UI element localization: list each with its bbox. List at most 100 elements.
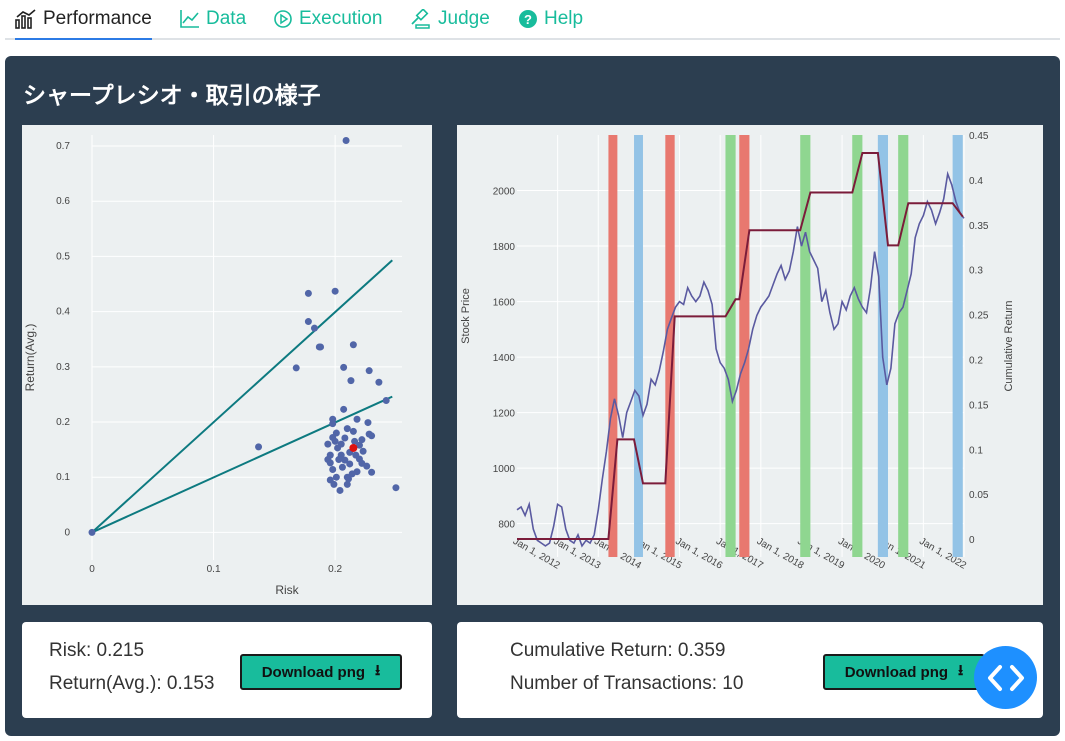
scatter-svg: 0 0.1 0.2 0.3 0.4 0.5 0.6 0.7 0 0.1 0.2 Risk Return(… <box>23 135 402 597</box>
y-tick-label: 1800 <box>493 242 516 253</box>
download-icon: ⭳ <box>375 661 381 679</box>
y2-tick-label: 0.1 <box>969 445 983 456</box>
scatter-point <box>358 459 366 467</box>
y-tick-label: 0.2 <box>56 417 70 428</box>
scatter-point <box>353 468 361 476</box>
scatter-point <box>349 427 357 435</box>
scatter-point <box>335 456 343 464</box>
y-tick-label: 800 <box>498 520 515 531</box>
gavel-icon <box>411 9 430 29</box>
code-toggle-button[interactable] <box>974 646 1037 709</box>
risk-return-card: Risk: 0.215 Return(Avg.): 0.153 Download… <box>22 622 432 718</box>
y-tick-label: 1200 <box>493 409 516 420</box>
scatter-point <box>324 440 332 448</box>
tab-label: Data <box>206 8 247 29</box>
tab-label: Help <box>544 8 584 29</box>
tab-label: Performance <box>43 8 152 29</box>
scatter-point <box>343 425 351 433</box>
y2-tick-label: 0.3 <box>969 266 983 277</box>
nav-tabs: Performance Data Execution Judge ? Help <box>5 0 1060 40</box>
y-tick-label: 0.1 <box>56 472 70 483</box>
capital-market-line <box>91 259 393 534</box>
scatter-point <box>382 396 390 404</box>
cumulative-card: Cumulative Return: 0.359 Number of Trans… <box>457 622 1043 718</box>
line-svg: 800 1000 1200 1400 1600 1800 2000 0 0.05 0.1 0.15 0… <box>460 131 1015 572</box>
line-chart-icon <box>180 10 199 28</box>
transaction-band <box>634 135 643 557</box>
x-axis-label: Risk <box>275 583 299 597</box>
y-tick-label: 1400 <box>493 353 516 364</box>
scatter-point <box>331 287 339 295</box>
tab-execution[interactable]: Execution <box>273 0 382 38</box>
scatter-point <box>324 456 332 464</box>
y-tick-label: 0.4 <box>56 307 70 318</box>
y-tick-label: 0 <box>64 527 70 538</box>
tab-performance[interactable]: Performance <box>15 0 152 40</box>
scatter-point <box>329 465 337 473</box>
download-label: Download png <box>844 663 949 681</box>
tab-label: Execution <box>299 8 383 29</box>
y2-tick-label: 0.2 <box>969 355 983 366</box>
transaction-band <box>739 135 750 557</box>
scatter-point <box>304 318 312 326</box>
scatter-point <box>346 460 354 468</box>
scatter-point <box>345 475 353 483</box>
cumulative-return-text: Cumulative Return: 0.359 <box>510 640 726 661</box>
y-axis-label: Return(Avg.) <box>23 324 37 392</box>
y2-tick-label: 0.45 <box>969 131 989 142</box>
scatter-point <box>349 341 357 349</box>
y-tick-label: 0.5 <box>56 251 70 262</box>
question-circle-icon: ? <box>519 10 537 28</box>
download-png-button-line[interactable]: Download png ⭳ <box>823 654 985 690</box>
y2-tick-label: 0 <box>969 535 975 546</box>
tab-help[interactable]: ? Help <box>518 0 583 38</box>
download-png-button-scatter[interactable]: Download png ⭳ <box>240 654 402 690</box>
x-tick-label: 0.2 <box>328 564 342 575</box>
svg-text:?: ? <box>524 12 532 27</box>
scatter-point <box>337 440 345 448</box>
transaction-band <box>898 135 909 557</box>
scatter-point <box>292 364 300 372</box>
scatter-point <box>338 463 346 471</box>
scatter-point <box>359 447 367 455</box>
scatter-point <box>368 468 376 476</box>
tab-judge[interactable]: Judge <box>410 0 490 38</box>
play-circle-icon <box>274 10 292 28</box>
scatter-point <box>332 473 340 481</box>
scatter-point <box>255 443 263 451</box>
scatter-point <box>329 420 337 428</box>
return-text: Return(Avg.): 0.153 <box>49 673 215 694</box>
scatter-point <box>353 415 361 423</box>
y2-tick-label: 0.15 <box>969 400 989 411</box>
scatter-point <box>365 367 373 375</box>
scatter-point <box>368 432 376 440</box>
transaction-band <box>952 135 963 557</box>
scatter-point <box>340 405 348 413</box>
y-tick-label: 1600 <box>493 298 516 309</box>
transaction-band <box>852 135 863 557</box>
scatter-point <box>347 377 355 385</box>
y2-tick-label: 0.25 <box>969 311 989 322</box>
y-tick-label: 0.6 <box>56 196 70 207</box>
x-tick-label: 0 <box>89 564 95 575</box>
y2-tick-label: 0.05 <box>969 490 989 501</box>
sharpe-scatter-chart[interactable]: 0 0.1 0.2 0.3 0.4 0.5 0.6 0.7 0 0.1 0.2 Risk Return(… <box>22 125 432 605</box>
y-tick-label: 0.7 <box>56 141 70 152</box>
chart-bar-icon <box>15 9 36 29</box>
y2-tick-label: 0.35 <box>969 221 989 232</box>
code-icon <box>987 664 1024 691</box>
y-tick-label: 2000 <box>493 187 516 198</box>
scatter-point <box>88 528 96 536</box>
x-tick-label: 0.1 <box>207 564 221 575</box>
download-label: Download png <box>261 663 366 681</box>
scatter-point <box>336 486 344 494</box>
scatter-point <box>329 433 337 441</box>
scatter-point <box>340 363 348 371</box>
scatter-point <box>326 476 334 484</box>
trade-line-chart[interactable]: 800 1000 1200 1400 1600 1800 2000 0 0.05 0.1 0.15 0… <box>457 125 1043 605</box>
tab-label: Judge <box>438 8 490 29</box>
scatter-point <box>310 324 318 332</box>
risk-text: Risk: 0.215 <box>49 640 145 661</box>
tab-data[interactable]: Data <box>180 0 246 38</box>
y-tick-label: 1000 <box>493 464 516 475</box>
